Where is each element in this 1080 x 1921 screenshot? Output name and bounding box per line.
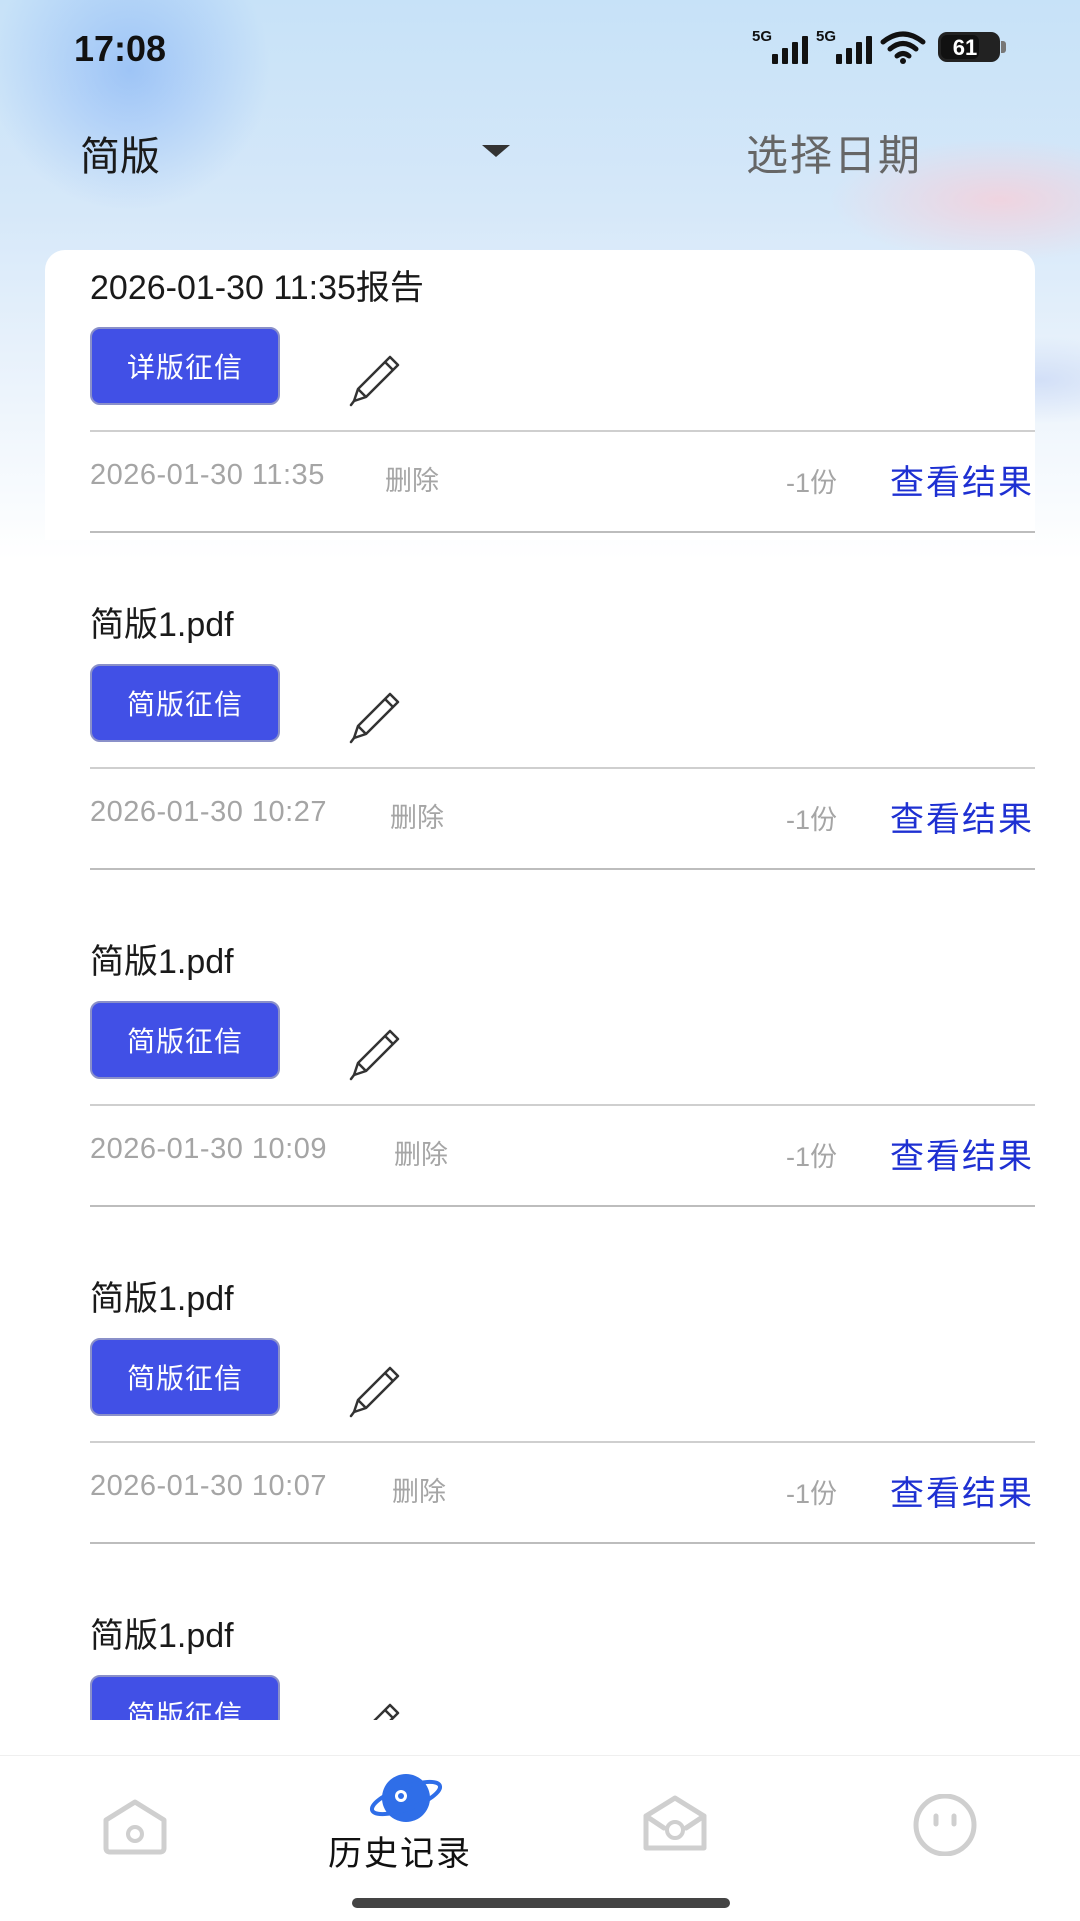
home-icon[interactable] bbox=[100, 1796, 170, 1856]
record-card: 简版1.pdf 简版征信 2026-01-30 10:27 删除 -1份 查看结… bbox=[0, 587, 1080, 924]
record-title: 简版1.pdf bbox=[90, 606, 234, 644]
smiley-face-icon[interactable] bbox=[910, 1794, 980, 1856]
row-divider bbox=[90, 868, 1035, 870]
report-type-button[interactable]: 简版征信 bbox=[90, 1001, 280, 1079]
view-result-link[interactable]: 查看结果 bbox=[890, 792, 1034, 841]
record-card: 2026-01-30 11:35报告 详版征信 2026-01-30 11:35… bbox=[0, 250, 1080, 540]
network-type-label: 5G bbox=[752, 28, 773, 45]
row-divider bbox=[90, 1205, 1035, 1207]
report-type-button[interactable]: 简版征信 bbox=[90, 1338, 280, 1416]
pencil-icon[interactable] bbox=[348, 1027, 402, 1081]
delete-link[interactable]: 删除 bbox=[385, 459, 439, 498]
record-count: -1份 bbox=[786, 468, 838, 498]
report-type-button[interactable]: 简版征信 bbox=[90, 1675, 280, 1720]
home-indicator[interactable] bbox=[352, 1898, 730, 1908]
delete-link[interactable]: 删除 bbox=[394, 1133, 448, 1172]
row-divider bbox=[90, 1542, 1035, 1544]
view-result-link[interactable]: 查看结果 bbox=[890, 1129, 1034, 1178]
inbox-icon[interactable] bbox=[640, 1794, 710, 1854]
battery-level: 61 bbox=[952, 35, 978, 60]
record-title: 简版1.pdf bbox=[90, 943, 234, 981]
record-title: 简版1.pdf bbox=[90, 1280, 234, 1318]
record-card: 简版1.pdf 简版征信 2026-01-30 10:09 删除 -1份 查看结… bbox=[0, 924, 1080, 1261]
pencil-icon[interactable] bbox=[348, 1364, 402, 1418]
date-select-button[interactable]: 选择日期 bbox=[746, 122, 922, 183]
cell-signal-icon: 5G bbox=[752, 28, 808, 66]
status-time: 17:08 bbox=[74, 28, 167, 69]
record-date: 2026-01-30 10:07 bbox=[90, 1470, 327, 1502]
record-count: -1份 bbox=[786, 1142, 838, 1172]
divider bbox=[90, 767, 1035, 769]
pencil-icon[interactable] bbox=[348, 690, 402, 744]
history-list[interactable]: 2026-01-30 11:35报告 详版征信 2026-01-30 11:35… bbox=[0, 250, 1080, 1720]
record-date: 2026-01-30 10:09 bbox=[90, 1133, 327, 1165]
wifi-icon bbox=[880, 31, 926, 64]
type-filter-dropdown[interactable]: 简版 bbox=[80, 124, 160, 182]
pencil-icon[interactable] bbox=[348, 353, 402, 407]
pencil-icon[interactable] bbox=[348, 1701, 402, 1720]
tab-history-label[interactable]: 历史记录 bbox=[328, 1826, 472, 1875]
delete-link[interactable]: 删除 bbox=[392, 1470, 446, 1509]
cell-signal-icon-2: 5G bbox=[816, 28, 872, 66]
status-icons: 5G 5G 61 bbox=[752, 28, 1006, 66]
view-result-link[interactable]: 查看结果 bbox=[890, 1466, 1034, 1515]
bottom-tab-bar: 历史记录 bbox=[0, 1755, 1080, 1921]
caret-down-icon[interactable] bbox=[482, 145, 510, 157]
planet-icon[interactable] bbox=[368, 1770, 444, 1826]
record-date: 2026-01-30 11:35 bbox=[90, 459, 325, 491]
battery-icon: 61 bbox=[938, 32, 1006, 62]
record-card: 简版1.pdf 简版征信 bbox=[0, 1598, 1080, 1720]
record-count: -1份 bbox=[786, 805, 838, 835]
divider bbox=[90, 1104, 1035, 1106]
record-date: 2026-01-30 10:27 bbox=[90, 796, 327, 828]
row-divider bbox=[90, 531, 1035, 533]
record-count: -1份 bbox=[786, 1479, 838, 1509]
record-title: 简版1.pdf bbox=[90, 1617, 234, 1655]
divider bbox=[90, 1441, 1035, 1443]
report-type-button[interactable]: 详版征信 bbox=[90, 327, 280, 405]
record-card: 简版1.pdf 简版征信 2026-01-30 10:07 删除 -1份 查看结… bbox=[0, 1261, 1080, 1598]
view-result-link[interactable]: 查看结果 bbox=[890, 455, 1034, 504]
record-title: 2026-01-30 11:35报告 bbox=[90, 269, 424, 307]
network-type-label-2: 5G bbox=[816, 28, 837, 45]
divider bbox=[90, 430, 1035, 432]
delete-link[interactable]: 删除 bbox=[390, 796, 444, 835]
report-type-button[interactable]: 简版征信 bbox=[90, 664, 280, 742]
